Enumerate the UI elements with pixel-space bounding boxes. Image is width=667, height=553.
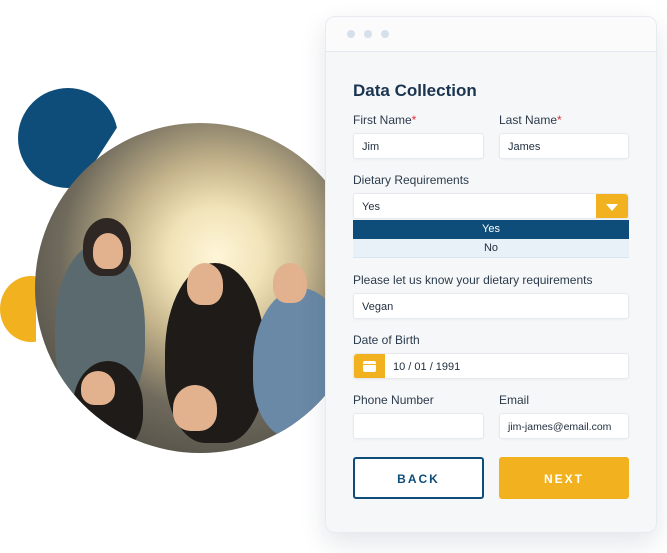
last-name-label: Last Name* [499,113,562,127]
dietary-option-yes[interactable]: Yes [353,220,629,239]
date-of-birth-value: 10 / 01 / 1991 [393,361,461,373]
form-window: Data Collection First Name* Jim Last Nam… [325,16,657,533]
hero-photo-people-celebrating [35,123,365,453]
calendar-icon[interactable] [354,354,385,378]
caret-down-icon[interactable] [596,194,628,218]
dietary-select[interactable]: Yes [353,193,629,219]
dietary-details-label: Please let us know your dietary requirem… [353,273,593,287]
back-button[interactable]: BACK [353,457,484,499]
form-title: Data Collection [353,81,477,100]
next-button[interactable]: NEXT [499,457,629,499]
phone-number-label: Phone Number [353,393,434,407]
date-of-birth-label: Date of Birth [353,333,420,347]
dietary-requirements-label: Dietary Requirements [353,173,470,187]
dietary-option-no[interactable]: No [353,239,629,258]
window-dot-icon [381,30,389,38]
first-name-label: First Name* [353,113,417,127]
dietary-details-input[interactable]: Vegan [353,293,629,319]
required-marker: * [411,113,417,127]
dietary-selected-value: Yes [362,201,380,213]
date-of-birth-input[interactable]: 10 / 01 / 1991 [353,353,629,379]
email-label: Email [499,393,530,407]
first-name-input[interactable]: Jim [353,133,484,159]
last-name-input[interactable]: James [499,133,629,159]
window-dot-icon [364,30,372,38]
phone-number-input[interactable] [353,413,484,439]
email-input[interactable]: jim-james@email.com [499,413,629,439]
window-titlebar [326,17,656,52]
window-dot-icon [347,30,355,38]
required-marker: * [557,113,562,127]
